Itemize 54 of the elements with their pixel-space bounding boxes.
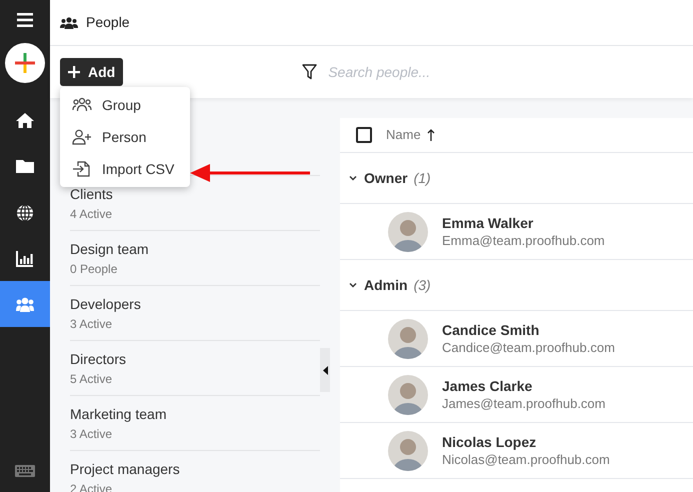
select-all-checkbox[interactable] [356,127,372,143]
plus-icon [68,66,80,78]
team-count: 4 Active [70,206,112,220]
person-email: Nicolas@team.proofhub.com [442,451,610,468]
team-name: Directors [70,350,126,366]
team-list-item[interactable]: Developers 3 Active [70,285,320,340]
home-icon [16,112,34,128]
caret-icon [322,366,328,374]
add-person-icon [72,129,92,145]
keyboard-icon[interactable] [15,465,35,477]
team-name: Design team [70,240,149,256]
section-header[interactable]: Admin (3) [340,260,693,311]
create-button[interactable] [5,43,45,83]
team-count: 3 Active [70,316,112,330]
globe-icon [16,204,34,220]
section-header[interactable]: Owner (1) [340,153,693,204]
sort-arrow-icon [426,129,435,141]
avatar [388,430,428,470]
group-icon [72,97,92,113]
chevron-icon [348,173,358,183]
search-field[interactable]: Search people... [328,62,628,82]
team-name: Clients [70,186,113,202]
person-name[interactable]: James Clarke [442,377,606,395]
collapse-handle[interactable] [320,348,330,392]
menu-item[interactable]: Person [60,121,190,153]
avatar [388,318,428,358]
person-email: James@team.proofhub.com [442,395,606,412]
avatar [388,212,428,252]
page-title: People [86,13,130,32]
person-email: Candice@team.proofhub.com [442,339,615,356]
team-name: Developers [70,296,141,312]
person-name[interactable]: Nicolas Lopez [442,433,610,451]
team-count: 3 Active [70,426,112,440]
import-file-icon [72,161,92,177]
people-icon [16,296,34,312]
team-count: 0 People [70,262,118,276]
team-list-item[interactable]: Marketing team 3 Active [70,395,320,450]
team-name: Marketing team [70,406,166,422]
add-button[interactable]: Add [60,58,124,86]
team-name: Project managers [70,460,180,476]
filter-icon[interactable] [302,64,318,80]
menu-item[interactable]: Group [60,89,190,121]
person-email: Emma@team.proofhub.com [442,232,605,249]
avatar [388,374,428,414]
person-name[interactable]: Emma Walker [442,214,605,232]
menu-icon[interactable] [17,13,33,27]
person-name[interactable]: Candice Smith [442,321,615,339]
chart-icon [16,250,34,266]
team-count: 5 Active [70,372,112,386]
chevron-icon [348,280,358,290]
people-icon [60,16,78,28]
team-list-item[interactable]: Design team 0 People [70,230,320,285]
folder-icon [16,158,34,174]
name-column-header[interactable]: Name [386,125,435,145]
